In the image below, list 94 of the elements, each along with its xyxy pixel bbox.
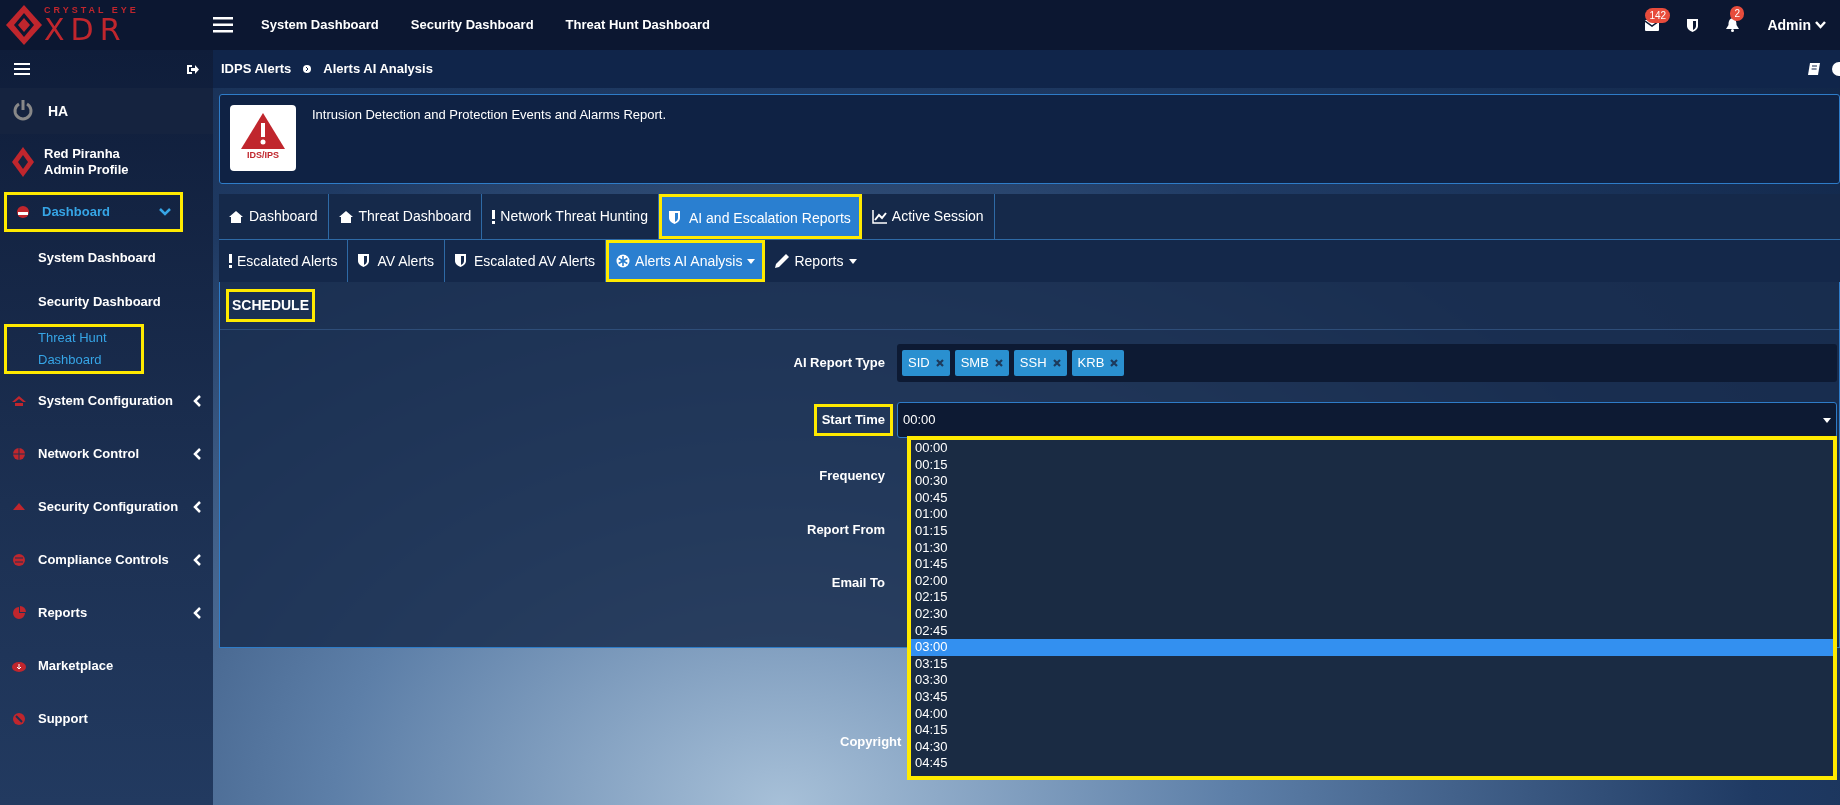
caret-down-icon xyxy=(747,258,756,264)
time-select[interactable]: 00:00 xyxy=(897,402,1837,438)
menu-icon[interactable] xyxy=(14,63,30,75)
chevron-left-icon xyxy=(193,606,201,619)
sidebar-item[interactable]: Dashboard xyxy=(4,192,183,232)
field-label: Report From xyxy=(806,520,886,539)
shield-icon[interactable] xyxy=(1687,18,1699,32)
copyright-text: Copyright xyxy=(840,733,902,751)
remove-icon[interactable] xyxy=(994,359,1003,367)
remove-icon[interactable] xyxy=(935,359,944,367)
sidebar-item[interactable]: System Configuration xyxy=(0,374,213,427)
profile-name: Red Piranha xyxy=(44,146,121,162)
tag[interactable]: SMB xyxy=(954,350,1009,376)
dropdown-option[interactable]: 02:45 xyxy=(911,622,1833,640)
dropdown-option[interactable]: 04:00 xyxy=(911,705,1833,723)
dropdown-option[interactable]: 04:30 xyxy=(911,738,1833,756)
chevron-left-icon xyxy=(193,394,201,407)
dropdown-option[interactable]: 03:30 xyxy=(911,672,1833,689)
dropdown-option[interactable]: 00:30 xyxy=(911,473,1833,490)
logo-caption: IDS/IPS xyxy=(247,149,279,163)
sidebar-item[interactable]: Compliance Controls xyxy=(0,533,213,586)
dropdown-option[interactable]: 04:45 xyxy=(911,755,1833,772)
tab[interactable]: Alerts AI Analysis xyxy=(606,240,766,282)
field-label: Email To xyxy=(830,574,886,592)
remove-icon[interactable] xyxy=(1110,359,1119,367)
nav-link[interactable]: System Dashboard xyxy=(261,15,379,35)
bell-icon[interactable] xyxy=(1726,18,1740,32)
chevron-left-icon xyxy=(193,500,201,513)
dropdown-option[interactable]: 04:15 xyxy=(911,722,1833,739)
toggle-icon[interactable] xyxy=(1832,62,1840,76)
dropdown-option[interactable]: 03:15 xyxy=(911,655,1833,673)
section-title: SCHEDULE xyxy=(226,289,315,322)
nav-link[interactable]: Threat Hunt Dashboard xyxy=(565,15,711,35)
remove-icon[interactable] xyxy=(1052,359,1061,367)
field-label: Frequency xyxy=(818,467,886,485)
sidebar-subitem[interactable]: System Dashboard xyxy=(0,236,213,280)
dropdown-option[interactable]: 02:30 xyxy=(911,605,1833,623)
caret-down-icon xyxy=(1823,417,1831,423)
chevron-left-icon xyxy=(193,447,201,460)
dropdown-option[interactable]: 01:45 xyxy=(911,556,1833,573)
sidebar-item[interactable]: Security Configuration xyxy=(0,480,213,533)
tab[interactable]: AI and Escalation Reports xyxy=(658,194,862,239)
chevron-down-icon xyxy=(1815,21,1826,29)
dropdown-option[interactable]: 02:00 xyxy=(911,572,1833,590)
tag[interactable]: SID xyxy=(902,350,950,376)
logo-wordmark: XDR xyxy=(44,14,127,45)
sidebar-item[interactable]: Network Control xyxy=(0,427,213,480)
field-label: Start Time xyxy=(813,404,893,436)
description-text: Intrusion Detection and Protection Events and Alarms Report. xyxy=(312,106,667,124)
warning-icon xyxy=(241,113,285,150)
caret-down-icon xyxy=(848,258,857,264)
nav-link[interactable]: Security Dashboard xyxy=(410,15,534,35)
tag[interactable]: KRB xyxy=(1071,350,1125,376)
user-menu[interactable]: Admin xyxy=(1767,14,1826,36)
arrow-circle-icon xyxy=(303,65,312,73)
asterisk-circle-icon xyxy=(616,254,631,268)
notification-badge: 142 xyxy=(1645,7,1671,23)
exclamation-icon xyxy=(492,209,496,224)
dropdown-option[interactable]: 01:15 xyxy=(911,522,1833,540)
ha-button[interactable]: HA xyxy=(0,88,213,134)
profile-role: Admin Profile xyxy=(44,162,129,178)
breadcrumb-link[interactable]: IDPS Alerts xyxy=(221,59,292,79)
pie-chart-icon xyxy=(12,605,26,620)
sidebar-subitem[interactable]: Threat Hunt Dashboard xyxy=(4,324,144,374)
sidebar-item[interactable]: Marketplace xyxy=(0,639,213,692)
sidebar-subitem[interactable]: Security Dashboard xyxy=(0,280,213,324)
exclamation-icon xyxy=(229,254,232,268)
breadcrumb-link[interactable]: Alerts AI Analysis xyxy=(323,59,433,79)
power-icon xyxy=(12,100,34,122)
sidebar-item[interactable]: Reports xyxy=(0,586,213,639)
shield-icon xyxy=(454,254,469,268)
diamond-logo-icon xyxy=(6,5,42,45)
tag[interactable]: SSH xyxy=(1013,350,1067,376)
chevron-left-icon xyxy=(193,553,201,566)
tab[interactable]: Reports xyxy=(765,240,867,282)
pencil-icon xyxy=(775,254,790,268)
dropdown-option[interactable]: 01:30 xyxy=(911,539,1833,557)
sidebar-item[interactable]: Support xyxy=(0,692,213,745)
dropdown-option[interactable]: 00:45 xyxy=(911,489,1833,507)
menu-icon[interactable] xyxy=(213,17,233,33)
book-icon[interactable] xyxy=(1808,63,1820,75)
notification-badge: 2 xyxy=(1730,6,1744,21)
diamond-logo-icon xyxy=(12,147,34,177)
dropdown-option[interactable]: 02:15 xyxy=(911,589,1833,606)
field-label: AI Report Type xyxy=(792,354,886,373)
chevron-down-icon xyxy=(159,208,171,216)
dropdown-option[interactable]: 03:45 xyxy=(911,688,1833,706)
tag-input-field[interactable]: SID SMB SSH KRB xyxy=(897,344,1837,382)
logo-title: CRYSTAL EYE xyxy=(44,5,139,15)
dropdown-option[interactable]: 00:00 xyxy=(911,440,1833,457)
line-chart-icon xyxy=(871,209,887,224)
dropdown-option[interactable]: 00:15 xyxy=(911,456,1833,474)
logout-icon[interactable] xyxy=(187,63,199,75)
dropdown-option[interactable]: 01:00 xyxy=(911,506,1833,523)
